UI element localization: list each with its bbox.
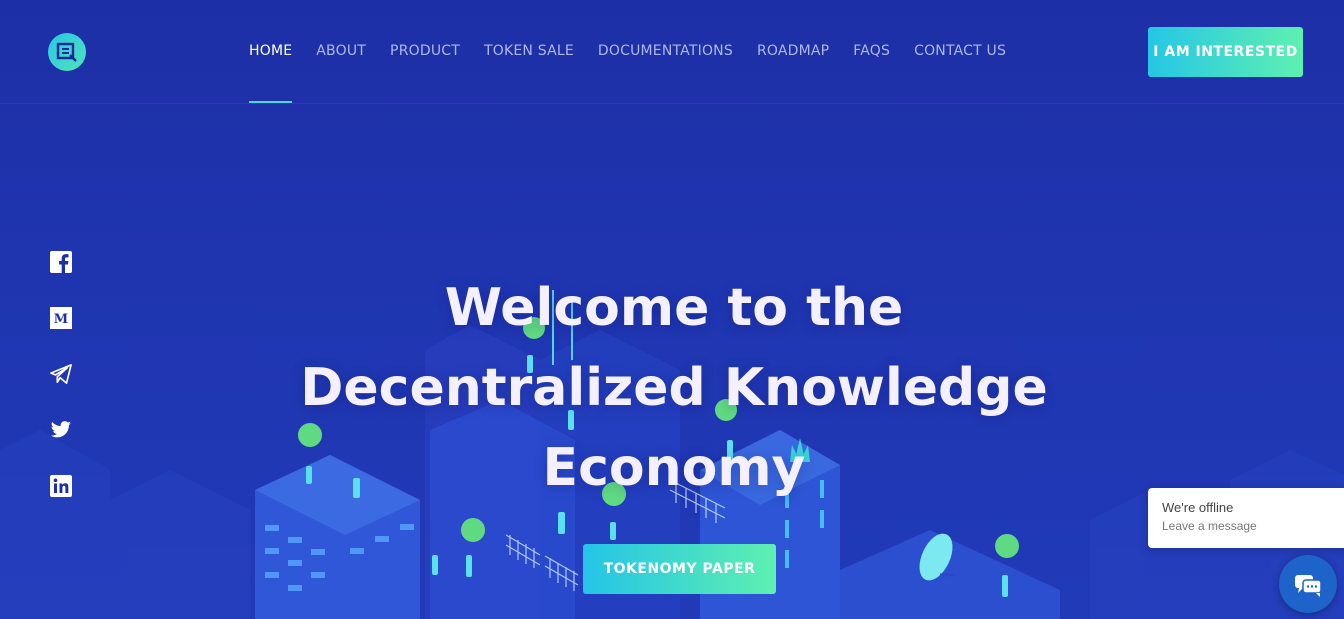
facebook-icon[interactable] bbox=[50, 251, 72, 273]
linkedin-icon[interactable] bbox=[50, 475, 72, 497]
nav-item-about[interactable]: ABOUT bbox=[316, 43, 366, 63]
nav-item-token-sale[interactable]: TOKEN SALE bbox=[484, 43, 574, 63]
nav-item-home[interactable]: HOME bbox=[249, 43, 293, 103]
logo[interactable] bbox=[48, 33, 86, 71]
erudito-logo-icon bbox=[56, 42, 77, 62]
hero-title-line-1: Welcome to the bbox=[444, 278, 904, 338]
nav-item-product[interactable]: PRODUCT bbox=[390, 43, 460, 63]
top-header: HOME ABOUT PRODUCT TOKEN SALE DOCUMENTAT… bbox=[0, 0, 1344, 104]
hero-title: Welcome to the Decentralized Knowledge E… bbox=[300, 268, 1048, 508]
nav-item-contact-us[interactable]: CONTACT US bbox=[914, 43, 1006, 63]
svg-text:M: M bbox=[54, 312, 68, 327]
i-am-interested-button[interactable]: I AM INTERESTED bbox=[1148, 27, 1303, 77]
nav-item-roadmap[interactable]: ROADMAP bbox=[757, 43, 829, 63]
telegram-icon[interactable] bbox=[50, 363, 72, 385]
nav-item-faqs[interactable]: FAQS bbox=[853, 43, 890, 63]
hero-title-line-2: Decentralized Knowledge bbox=[300, 358, 1048, 418]
chat-status-text: We're offline bbox=[1162, 500, 1234, 515]
chat-prompt-text: Leave a message bbox=[1162, 519, 1257, 533]
chat-launcher-button[interactable] bbox=[1279, 555, 1337, 613]
medium-icon[interactable]: M bbox=[50, 307, 72, 329]
hero-title-line-3: Economy bbox=[542, 438, 806, 498]
nav-item-documentations[interactable]: DOCUMENTATIONS bbox=[598, 43, 733, 63]
tokenomy-paper-button[interactable]: TOKENOMY PAPER bbox=[583, 544, 776, 594]
chat-status-box[interactable]: We're offline Leave a message bbox=[1148, 488, 1344, 548]
twitter-icon[interactable] bbox=[50, 419, 72, 441]
social-links: M bbox=[50, 251, 74, 531]
main-nav: HOME ABOUT PRODUCT TOKEN SALE DOCUMENTAT… bbox=[249, 43, 1006, 103]
chat-bubble-icon bbox=[1295, 575, 1322, 597]
